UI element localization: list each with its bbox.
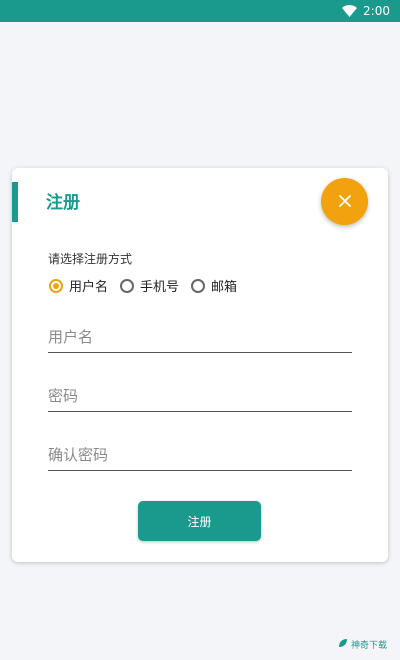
- radio-checked-icon: [49, 278, 63, 293]
- radio-unchecked-icon: [120, 278, 135, 293]
- username-field: [48, 322, 352, 353]
- title-accent-bar: [12, 182, 18, 222]
- radio-phone[interactable]: 手机号: [120, 276, 179, 295]
- leaf-logo-icon: [338, 638, 348, 651]
- password-input[interactable]: [48, 381, 352, 411]
- dialog-title: 注册: [46, 193, 80, 213]
- password-field: [48, 381, 352, 412]
- radio-label: 用户名: [69, 280, 109, 295]
- method-radio-group: 用户名 手机号 邮箱: [49, 276, 249, 295]
- close-icon: [338, 192, 351, 211]
- status-time: 2:00: [363, 4, 390, 18]
- radio-label: 手机号: [140, 280, 180, 295]
- username-input[interactable]: [48, 322, 352, 352]
- radio-label: 邮箱: [211, 280, 238, 295]
- radio-username[interactable]: 用户名: [49, 276, 108, 295]
- wifi-icon: [342, 5, 358, 17]
- confirm-password-input[interactable]: [48, 440, 352, 470]
- watermark: 神奇下载: [338, 638, 387, 651]
- status-bar: 2:00: [0, 0, 400, 22]
- close-button[interactable]: [321, 178, 368, 225]
- method-prompt: 请选择注册方式: [48, 252, 133, 266]
- register-button[interactable]: 注册: [138, 501, 261, 541]
- watermark-text: 神奇下载: [351, 641, 388, 651]
- register-dialog: 注册 请选择注册方式 用户名 手机号 邮箱 注册: [12, 168, 388, 562]
- confirm-password-field: [48, 440, 352, 471]
- radio-email[interactable]: 邮箱: [191, 276, 237, 295]
- radio-unchecked-icon: [191, 278, 206, 293]
